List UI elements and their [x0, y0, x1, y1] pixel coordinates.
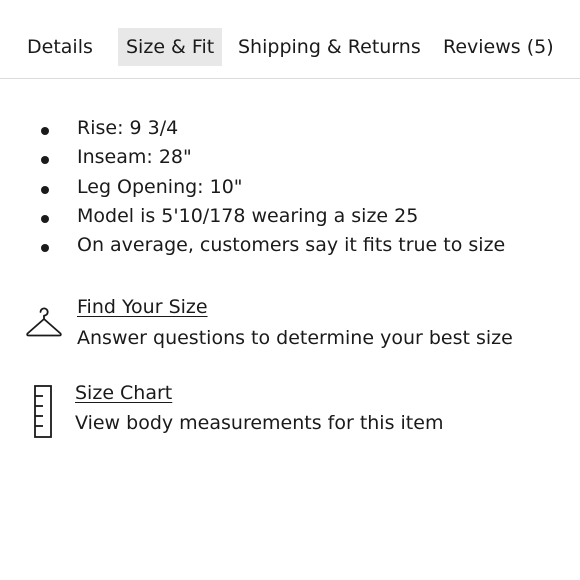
fit-detail-rise: Rise: 9 3/4 [0, 114, 580, 143]
fit-detail-text: Model is 5'10/178 wearing a size 25 [77, 204, 419, 227]
hanger-icon [26, 307, 62, 337]
tab-reviews[interactable]: Reviews (5) [443, 28, 554, 66]
bullet-dot [41, 214, 49, 223]
fit-detail-inseam: Inseam: 28" [0, 143, 580, 172]
fit-detail-text: On average, customers say it fits true t… [77, 234, 506, 257]
bullet-dot [41, 156, 49, 165]
bullet-dot [41, 127, 49, 135]
size-fit-panel: Details Size & Fit Shipping & Returns Re… [0, 0, 580, 580]
ruler-icon [34, 385, 52, 438]
fit-detail-customer-fit: On average, customers say it fits true t… [0, 231, 580, 260]
fit-detail-leg-opening: Leg Opening: 10" [0, 173, 580, 202]
tab-size-fit[interactable]: Size & Fit [118, 28, 223, 66]
bullet-dot [41, 244, 49, 253]
size-chart-description: View body measurements for this item [75, 412, 444, 434]
find-your-size-link[interactable]: Find Your Size [77, 296, 208, 318]
tab-bar: Details Size & Fit Shipping & Returns Re… [0, 0, 580, 79]
fit-detail-text: Rise: 9 3/4 [77, 117, 179, 139]
fit-detail-model: Model is 5'10/178 wearing a size 25 [0, 202, 580, 231]
tab-details[interactable]: Details [27, 28, 93, 66]
size-chart-link[interactable]: Size Chart [75, 382, 172, 404]
fit-detail-text: Leg Opening: 10" [77, 175, 243, 198]
tab-shipping-returns[interactable]: Shipping & Returns [238, 28, 421, 66]
find-your-size-description: Answer questions to determine your best … [77, 327, 513, 349]
fit-detail-text: Inseam: 28" [77, 146, 192, 169]
fit-details-list: Rise: 9 3/4 Inseam: 28" Leg Opening: 10"… [0, 114, 580, 260]
bullet-dot [41, 185, 49, 194]
